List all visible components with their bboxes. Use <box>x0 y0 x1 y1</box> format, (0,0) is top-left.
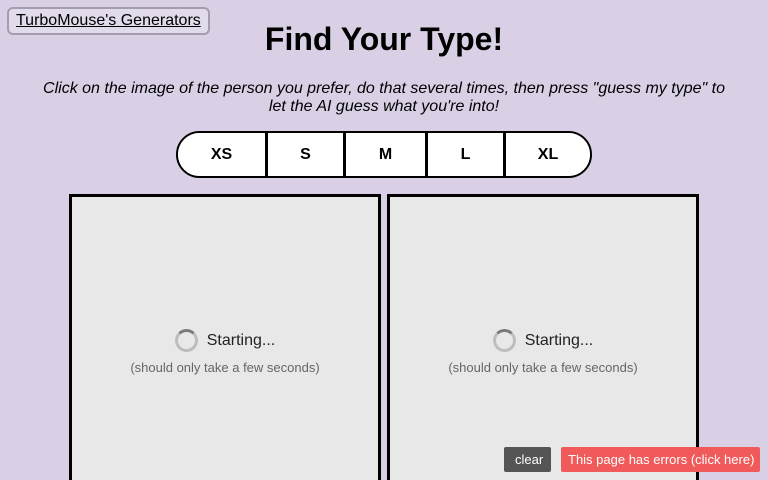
size-selector: XS S M L XL <box>176 131 592 178</box>
right-status-text: Starting... <box>524 331 594 349</box>
right-loading-hint: (should only take a few seconds) <box>448 360 638 375</box>
left-loading-hint: (should only take a few seconds) <box>130 360 320 375</box>
page-title: Find Your Type! <box>264 21 504 57</box>
left-image-panel[interactable]: Starting... (should only take a few seco… <box>69 194 381 480</box>
left-status-text: Starting... <box>206 331 276 349</box>
right-loading-status: Starting... <box>390 329 696 352</box>
size-button-xl[interactable]: XL <box>506 133 590 176</box>
size-button-l[interactable]: L <box>428 133 506 176</box>
instructions-text: Click on the image of the person you pre… <box>43 80 725 115</box>
right-image-panel[interactable]: Starting... (should only take a few seco… <box>387 194 699 480</box>
left-loading-status: Starting... <box>72 329 378 352</box>
spinner-icon <box>174 329 198 352</box>
clear-button[interactable]: clear <box>504 447 552 472</box>
spinner-icon <box>492 329 516 352</box>
size-button-xs[interactable]: XS <box>178 133 268 176</box>
page: TurboMouse's Generators Find Your Type! … <box>0 0 768 480</box>
page-errors-button[interactable]: This page has errors (click here) <box>561 447 760 472</box>
size-button-s[interactable]: S <box>268 133 346 176</box>
clear-label: clear <box>515 452 544 467</box>
size-button-m[interactable]: M <box>346 133 428 176</box>
